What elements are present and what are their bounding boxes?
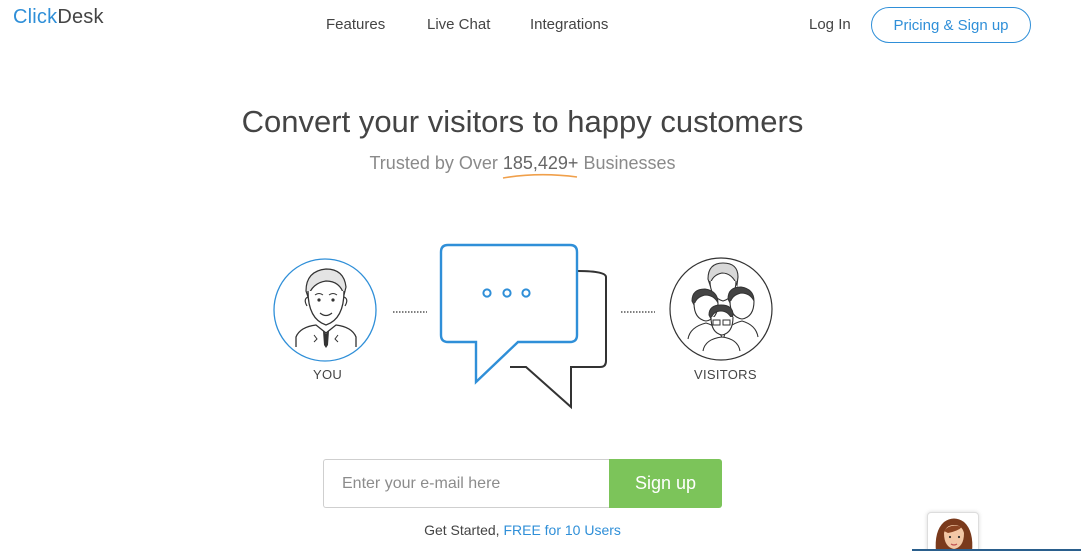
pricing-signup-button[interactable]: Pricing & Sign up: [871, 7, 1031, 43]
free-users-link[interactable]: FREE for 10 Users: [503, 522, 620, 538]
login-link[interactable]: Log In: [809, 16, 851, 33]
signup-button[interactable]: Sign up: [609, 459, 722, 508]
logo-desk-text: Desk: [57, 6, 104, 28]
chat-agent-avatar-icon: [935, 518, 973, 551]
live-chat-widget[interactable]: [927, 512, 979, 551]
logo-click-text: Click: [13, 6, 58, 28]
business-count-value: 185,429+: [502, 153, 579, 173]
logo[interactable]: ClickDesk: [13, 6, 104, 29]
visitors-caption: VISITORS: [694, 367, 757, 382]
get-started-note: Get Started, FREE for 10 Users: [0, 522, 1045, 538]
chat-illustration: [273, 243, 773, 410]
nav-live-chat[interactable]: Live Chat: [427, 16, 490, 33]
nav-features[interactable]: Features: [326, 16, 385, 33]
visitors-group-icon: [669, 257, 773, 361]
email-input[interactable]: [323, 459, 610, 508]
hero-subtitle: Trusted by Over 185,429+ Businesses: [0, 153, 1045, 179]
business-count: 185,429+: [502, 153, 579, 179]
chat-bubble-icon: [439, 243, 607, 410]
count-underline: [502, 173, 577, 179]
nav-integrations[interactable]: Integrations: [530, 16, 608, 33]
agent-avatar-icon: [273, 258, 377, 362]
hero-subtitle-prefix: Trusted by Over: [369, 153, 503, 173]
get-started-prefix: Get Started,: [424, 522, 504, 538]
hero-subtitle-suffix: Businesses: [578, 153, 676, 173]
page: ClickDesk Features Live Chat Integration…: [0, 0, 1081, 551]
hero-title: Convert your visitors to happy customers: [241, 104, 804, 139]
you-caption: YOU: [313, 367, 343, 382]
